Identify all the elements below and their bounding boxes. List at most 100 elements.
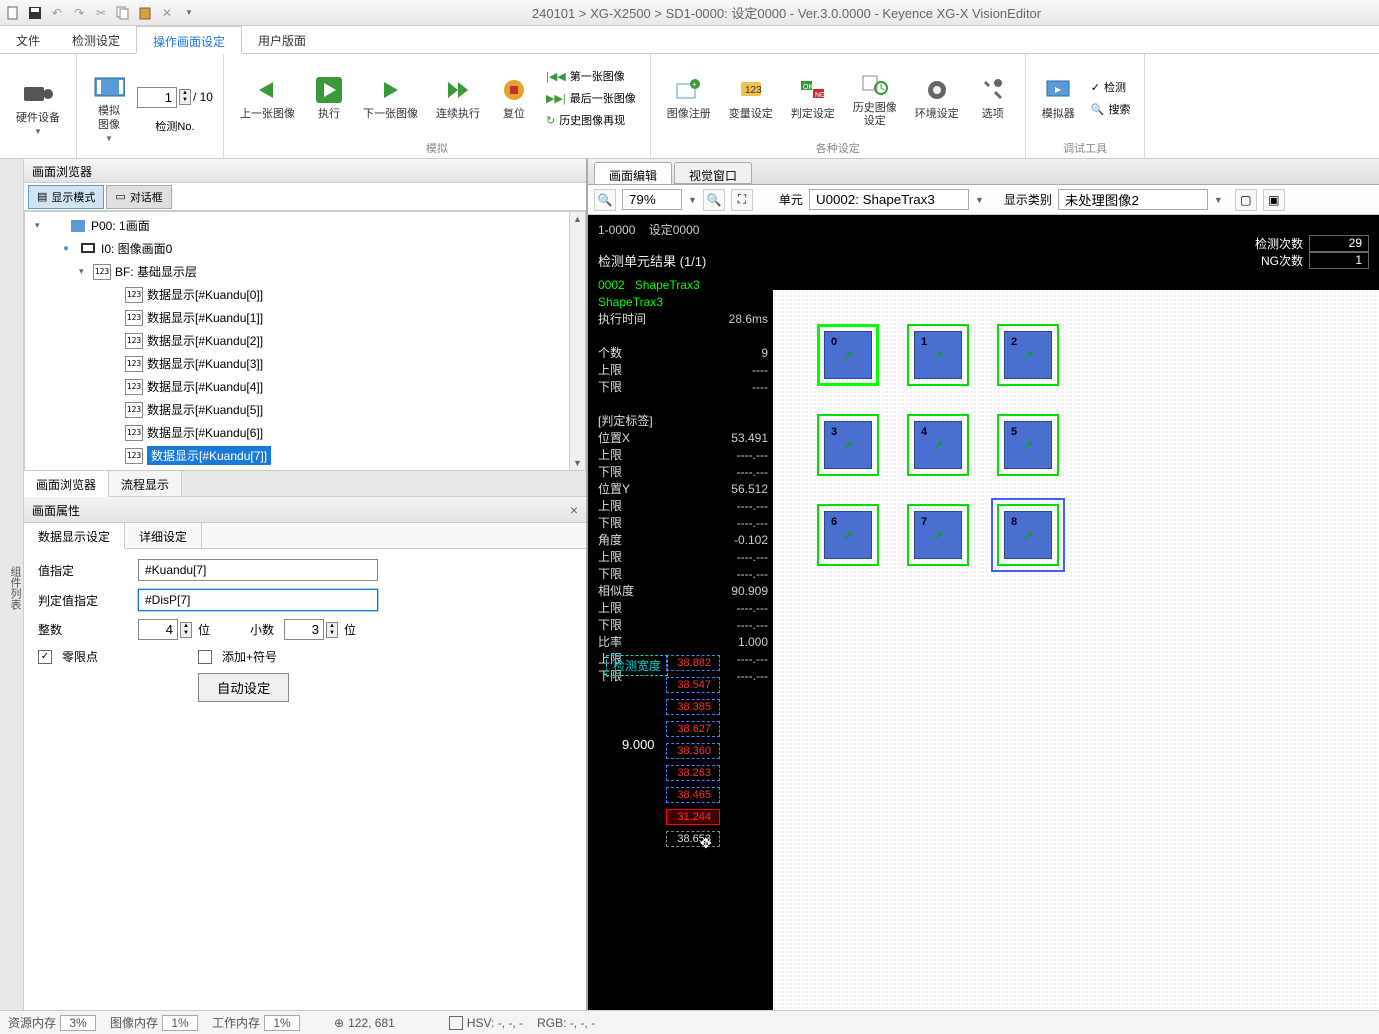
- fit-button[interactable]: ⛶: [731, 189, 753, 211]
- env-button[interactable]: 环境设定: [909, 72, 965, 123]
- judge-button[interactable]: OKNG判定设定: [785, 72, 841, 123]
- copy-icon[interactable]: [114, 4, 132, 22]
- tree-item[interactable]: 123数据显示[#Kuandu[6]]: [25, 421, 585, 444]
- decimal-spinner[interactable]: ▲▼: [326, 622, 338, 638]
- shape-result[interactable]: 8↗: [983, 490, 1073, 580]
- shape-result[interactable]: 0↗: [803, 310, 893, 400]
- image-register-button[interactable]: +图像注册: [661, 72, 717, 123]
- shape-result[interactable]: 1↗: [893, 310, 983, 400]
- undo-icon[interactable]: ↶: [48, 4, 66, 22]
- sim-image-button[interactable]: 模拟 图像 ▼: [87, 69, 131, 144]
- zero-checkbox[interactable]: ✓: [38, 650, 52, 664]
- history-button[interactable]: 历史图像 设定: [847, 66, 903, 130]
- dialog-mode-button[interactable]: ▭对话框: [106, 185, 171, 209]
- zoom-in-button[interactable]: 🔍: [703, 189, 725, 211]
- reset-button[interactable]: 复位: [492, 72, 536, 123]
- tree-item[interactable]: 123数据显示[#Kuandu[3]]: [25, 352, 585, 375]
- tree-item[interactable]: 123数据显示[#Kuandu[7]]: [25, 444, 585, 467]
- menu-screen[interactable]: 操作画面设定: [136, 26, 242, 54]
- screen-tree[interactable]: ▾P00: 1画面 ●I0: 图像画面0 ▾123BF: 基础显示层 123数据…: [25, 212, 585, 469]
- screen-icon: [69, 218, 87, 234]
- unit-select[interactable]: [809, 189, 969, 210]
- display-mode-button[interactable]: ▤显示模式: [28, 185, 104, 209]
- close-icon[interactable]: ×: [570, 502, 578, 517]
- continuous-button[interactable]: 连续执行: [430, 72, 486, 123]
- tab-detail[interactable]: 详细设定: [125, 523, 202, 548]
- arrow-icon: ↗: [842, 347, 854, 364]
- redo-icon[interactable]: ↷: [70, 4, 88, 22]
- save-icon[interactable]: [26, 4, 44, 22]
- collapse-icon[interactable]: ▾: [79, 266, 93, 277]
- arrow-icon: ↗: [842, 437, 854, 454]
- last-image-button[interactable]: ▶▶|最后一张图像: [542, 88, 640, 108]
- tree-item[interactable]: 123数据显示[#Kuandu[5]]: [25, 398, 585, 421]
- tree-item[interactable]: 123数据显示[#Kuandu[2]]: [25, 329, 585, 352]
- chevron-down-icon: ▼: [105, 134, 113, 143]
- new-file-icon[interactable]: [4, 4, 22, 22]
- menu-user[interactable]: 用户版面: [242, 26, 322, 53]
- cut-icon[interactable]: ✂: [92, 4, 110, 22]
- shape-result[interactable]: 7↗: [893, 490, 983, 580]
- camera-icon: [22, 78, 54, 110]
- chevron-down-icon[interactable]: ▼: [1214, 195, 1223, 205]
- chevron-down-icon[interactable]: ▼: [975, 195, 984, 205]
- shape-result[interactable]: 3↗: [803, 400, 893, 490]
- chevron-down-icon[interactable]: ▼: [688, 195, 697, 205]
- hardware-button[interactable]: 硬件设备 ▼: [10, 76, 66, 138]
- svg-text:NG: NG: [815, 92, 826, 99]
- collapse-icon[interactable]: ▾: [35, 220, 49, 231]
- width-value: 38.465: [666, 787, 720, 803]
- simulator-button[interactable]: 模拟器: [1036, 72, 1081, 123]
- judge-icon: OKNG: [797, 74, 829, 106]
- plus-checkbox[interactable]: [198, 650, 212, 664]
- qat-more-icon[interactable]: ▾: [180, 4, 198, 22]
- canvas-view[interactable]: 1-0000 设定0000 检测单元结果 (1/1) 0002 ShapeTra…: [588, 215, 1379, 1010]
- tab-data-display[interactable]: 数据显示设定: [24, 523, 125, 549]
- judge-input[interactable]: [138, 589, 378, 611]
- display-select[interactable]: [1058, 189, 1208, 210]
- options-button[interactable]: 选项: [971, 72, 1015, 123]
- result-overlay: 0002 ShapeTrax3 ShapeTrax3 执行时间28.6ms 个数…: [598, 277, 768, 685]
- first-image-button[interactable]: |◀◀第一张图像: [542, 66, 640, 86]
- layout-button-1[interactable]: ▢: [1235, 189, 1257, 211]
- prev-image-button[interactable]: 上一张图像: [234, 72, 301, 123]
- tree-item[interactable]: 123数据显示[#Kuandu[0]]: [25, 283, 585, 306]
- test-no-input[interactable]: [137, 87, 177, 108]
- tab-edit[interactable]: 画面编辑: [594, 162, 672, 184]
- zoom-out-button[interactable]: 🔍: [594, 189, 616, 211]
- tab-browser[interactable]: 画面浏览器: [24, 471, 109, 497]
- shape-result[interactable]: 5↗: [983, 400, 1073, 490]
- image-area[interactable]: 0↗1↗2↗ 3↗4↗5↗ 6↗7↗8↗: [773, 290, 1379, 1010]
- zoom-out-icon: 🔍: [598, 193, 613, 207]
- tab-view[interactable]: 视觉窗口: [674, 162, 752, 184]
- tree-item[interactable]: 123数据显示[#Kuandu[1]]: [25, 306, 585, 329]
- tree-item[interactable]: 123数据显示[#Kuandu[4]]: [25, 375, 585, 398]
- zoom-input[interactable]: [622, 189, 682, 210]
- integer-input[interactable]: [138, 619, 178, 640]
- component-list-tab[interactable]: 组件列表: [0, 159, 24, 1010]
- menu-file[interactable]: 文件: [0, 26, 56, 53]
- value-input[interactable]: [138, 559, 378, 581]
- auto-set-button[interactable]: 自动设定: [198, 673, 289, 702]
- shape-result[interactable]: 4↗: [893, 400, 983, 490]
- replay-icon: ↻: [546, 114, 555, 127]
- width-value: 38.627: [666, 721, 720, 737]
- tab-flow[interactable]: 流程显示: [109, 471, 182, 496]
- replay-button[interactable]: ↻历史图像再现: [542, 110, 640, 130]
- shape-result[interactable]: 2↗: [983, 310, 1073, 400]
- integer-spinner[interactable]: ▲▼: [180, 622, 192, 638]
- delete-icon[interactable]: ✕: [158, 4, 176, 22]
- execute-button[interactable]: 执行: [307, 72, 351, 123]
- tree-scrollbar[interactable]: [569, 212, 585, 470]
- hsv-checkbox[interactable]: [449, 1016, 463, 1030]
- paste-icon[interactable]: [136, 4, 154, 22]
- test-no-spinner[interactable]: ▲▼: [179, 89, 191, 105]
- decimal-input[interactable]: [284, 619, 324, 640]
- layout-button-2[interactable]: ▣: [1263, 189, 1285, 211]
- search-button[interactable]: 🔍搜索: [1087, 99, 1135, 119]
- variable-button[interactable]: 123变量设定: [723, 72, 779, 123]
- menu-detect[interactable]: 检测设定: [56, 26, 136, 53]
- detect-button[interactable]: ✓检测: [1087, 77, 1135, 97]
- shape-result[interactable]: 6↗: [803, 490, 893, 580]
- next-image-button[interactable]: 下一张图像: [357, 72, 424, 123]
